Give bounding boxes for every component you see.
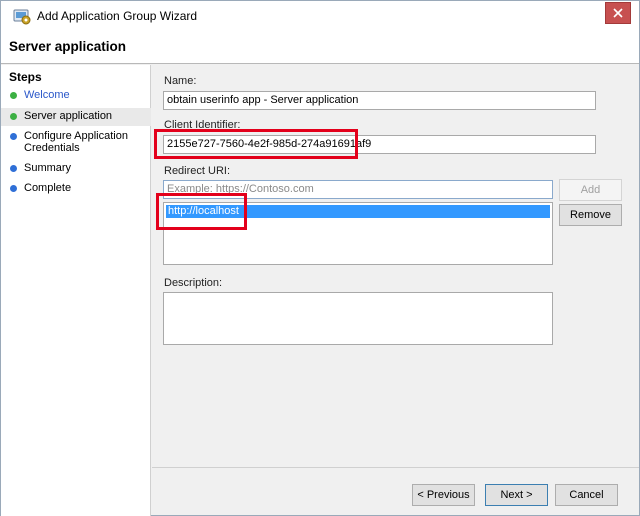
step-configure-credentials[interactable]: Configure Application Credentials	[1, 130, 151, 156]
next-button[interactable]: Next >	[485, 484, 548, 506]
window-title: Add Application Group Wizard	[37, 9, 198, 23]
name-label: Name:	[164, 75, 197, 87]
steps-panel: Steps Welcome Server application Configu…	[1, 65, 151, 516]
close-icon	[613, 8, 623, 18]
step-status-icon	[10, 92, 17, 99]
title-bar[interactable]: Add Application Group Wizard	[1, 1, 639, 31]
add-button[interactable]: Add	[559, 179, 622, 201]
cancel-button[interactable]: Cancel	[555, 484, 618, 506]
description-label: Description:	[164, 277, 223, 289]
redirect-uri-highlight	[156, 193, 247, 230]
step-label: Welcome	[24, 89, 70, 101]
wizard-window: Add Application Group Wizard Server appl…	[0, 0, 640, 516]
step-complete[interactable]: Complete	[1, 182, 151, 198]
remove-button[interactable]: Remove	[559, 204, 622, 226]
form-panel: Name: obtain userinfo app - Server appli…	[152, 65, 639, 465]
redirect-uri-label: Redirect URI:	[164, 165, 231, 177]
steps-title: Steps	[9, 70, 42, 84]
close-button[interactable]	[605, 2, 631, 24]
wizard-footer: < Previous Next > Cancel	[152, 467, 639, 515]
description-field[interactable]	[163, 292, 553, 345]
app-group-icon	[13, 9, 31, 25]
step-welcome[interactable]: Welcome	[1, 89, 151, 105]
step-server-application[interactable]: Server application	[1, 108, 151, 126]
name-field[interactable]: obtain userinfo app - Server application	[163, 91, 596, 110]
step-status-icon	[10, 133, 17, 140]
previous-button[interactable]: < Previous	[412, 484, 475, 506]
page-title: Server application	[9, 39, 127, 54]
step-status-icon	[10, 185, 17, 192]
step-summary[interactable]: Summary	[1, 162, 151, 178]
step-status-icon	[10, 113, 17, 120]
step-label: Complete	[24, 182, 72, 194]
step-label: Summary	[24, 162, 72, 174]
step-status-icon	[10, 165, 17, 172]
wizard-header: Server application	[1, 31, 639, 64]
step-label: Configure Application Credentials	[24, 130, 128, 154]
step-label: Server application	[24, 110, 113, 122]
client-id-highlight	[154, 129, 358, 159]
